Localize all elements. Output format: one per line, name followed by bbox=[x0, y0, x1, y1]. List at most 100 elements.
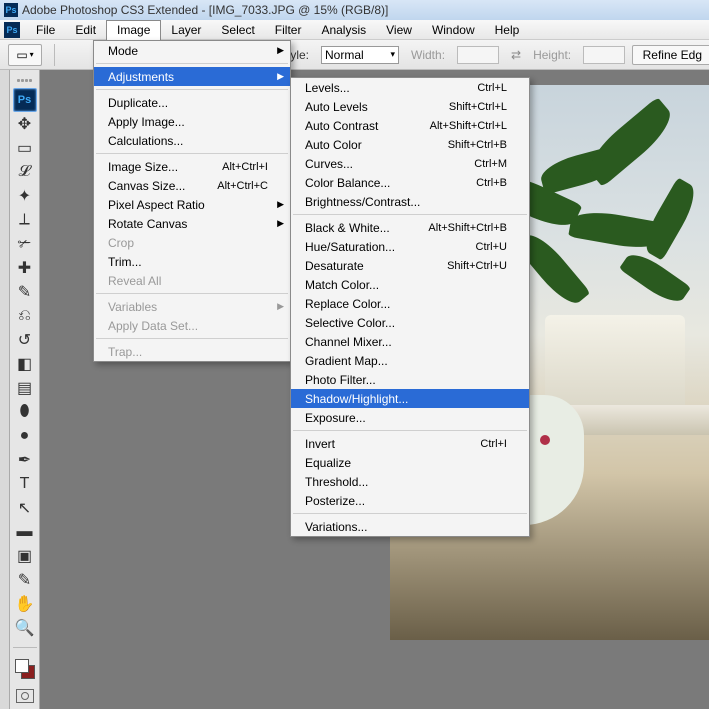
adjustments-menu-item[interactable]: Levels...Ctrl+L bbox=[291, 78, 529, 97]
menu-shortcut: Ctrl+M bbox=[474, 158, 507, 170]
lasso-tool[interactable]: 𝓛 bbox=[13, 160, 37, 184]
image-menu-item: Crop bbox=[94, 233, 290, 252]
adjustments-menu-item[interactable]: Photo Filter... bbox=[291, 370, 529, 389]
ps-icon[interactable]: Ps bbox=[13, 88, 37, 112]
toolbox: Ps✥▭𝓛✦⟂✃✚✎⎌↺◧▤⬮●✒T↖▬▣✎✋🔍 bbox=[10, 70, 40, 709]
menu-edit[interactable]: Edit bbox=[65, 20, 106, 40]
image-menu-item[interactable]: Calculations... bbox=[94, 131, 290, 150]
dodge-tool[interactable]: ● bbox=[13, 424, 37, 448]
adjustments-menu-item[interactable]: Brightness/Contrast... bbox=[291, 192, 529, 211]
marquee-tool[interactable]: ▭ bbox=[13, 136, 37, 160]
zoom-tool[interactable]: 🔍 bbox=[13, 616, 37, 640]
image-menu-item[interactable]: Duplicate... bbox=[94, 93, 290, 112]
menu-item-label: Black & White... bbox=[305, 221, 428, 235]
menu-separator bbox=[96, 63, 288, 64]
menu-layer[interactable]: Layer bbox=[161, 20, 211, 40]
menu-select[interactable]: Select bbox=[211, 20, 264, 40]
adjustments-menu-item[interactable]: Auto LevelsShift+Ctrl+L bbox=[291, 97, 529, 116]
heal-tool[interactable]: ✚ bbox=[13, 256, 37, 280]
adjustments-menu-item[interactable]: Color Balance...Ctrl+B bbox=[291, 173, 529, 192]
adjustments-menu-item[interactable]: Channel Mixer... bbox=[291, 332, 529, 351]
menu-item-label: Invert bbox=[305, 437, 480, 451]
menu-image[interactable]: Image bbox=[106, 20, 161, 40]
adjustments-menu-item[interactable]: Threshold... bbox=[291, 472, 529, 491]
crop-tool[interactable]: ⟂ bbox=[13, 208, 37, 232]
adjustments-menu-item[interactable]: Match Color... bbox=[291, 275, 529, 294]
adjustments-menu-item[interactable]: Selective Color... bbox=[291, 313, 529, 332]
image-menu-item[interactable]: Rotate Canvas▶ bbox=[94, 214, 290, 233]
image-menu-item[interactable]: Image Size...Alt+Ctrl+I bbox=[94, 157, 290, 176]
panel-handle[interactable] bbox=[0, 70, 10, 709]
adjustments-menu-item[interactable]: Curves...Ctrl+M bbox=[291, 154, 529, 173]
type-tool[interactable]: T bbox=[13, 472, 37, 496]
menu-item-label: Variables bbox=[108, 300, 268, 314]
menu-item-label: Auto Levels bbox=[305, 100, 449, 114]
image-menu-item: Reveal All bbox=[94, 271, 290, 290]
image-menu-item[interactable]: Adjustments▶ bbox=[94, 67, 290, 86]
menu-item-label: Selective Color... bbox=[305, 316, 507, 330]
pen-tool[interactable]: ✒ bbox=[13, 448, 37, 472]
blur-tool[interactable]: ⬮ bbox=[13, 400, 37, 424]
eyedropper-tool[interactable]: ✎ bbox=[13, 568, 37, 592]
menu-filter[interactable]: Filter bbox=[265, 20, 312, 40]
notes-tool[interactable]: ▣ bbox=[13, 544, 37, 568]
grip-icon[interactable] bbox=[12, 76, 38, 84]
image-menu-item: Trap... bbox=[94, 342, 290, 361]
adjustments-menu-item[interactable]: Black & White...Alt+Shift+Ctrl+B bbox=[291, 218, 529, 237]
style-select[interactable]: Normal ▾ bbox=[321, 46, 399, 64]
marquee-tool-indicator[interactable]: ▭ ▾ bbox=[8, 44, 42, 66]
adjustments-menu-item[interactable]: Variations... bbox=[291, 517, 529, 536]
menu-item-label: Color Balance... bbox=[305, 176, 476, 190]
history-brush[interactable]: ↺ bbox=[13, 328, 37, 352]
refine-edge-button[interactable]: Refine Edg bbox=[632, 45, 709, 65]
stamp-tool[interactable]: ⎌ bbox=[13, 304, 37, 328]
adjustments-menu-item[interactable]: Replace Color... bbox=[291, 294, 529, 313]
menu-help[interactable]: Help bbox=[485, 20, 530, 40]
adjustments-menu-item[interactable]: Posterize... bbox=[291, 491, 529, 510]
image-menu-item[interactable]: Canvas Size...Alt+Ctrl+C bbox=[94, 176, 290, 195]
menu-file[interactable]: File bbox=[26, 20, 65, 40]
foreground-color[interactable] bbox=[15, 659, 29, 673]
image-menu-item[interactable]: Apply Image... bbox=[94, 112, 290, 131]
menu-shortcut: Shift+Ctrl+L bbox=[449, 101, 507, 113]
menu-item-label: Auto Color bbox=[305, 138, 448, 152]
image-menu-item[interactable]: Mode▶ bbox=[94, 41, 290, 60]
menu-item-label: Auto Contrast bbox=[305, 119, 430, 133]
path-tool[interactable]: ↖ bbox=[13, 496, 37, 520]
adjustments-menu-item[interactable]: Auto ColorShift+Ctrl+B bbox=[291, 135, 529, 154]
image-menu-item[interactable]: Trim... bbox=[94, 252, 290, 271]
menu-analysis[interactable]: Analysis bbox=[311, 20, 376, 40]
adjustments-menu-item[interactable]: InvertCtrl+I bbox=[291, 434, 529, 453]
shape-tool[interactable]: ▬ bbox=[13, 520, 37, 544]
menu-item-label: Photo Filter... bbox=[305, 373, 507, 387]
adjustments-menu-item[interactable]: Exposure... bbox=[291, 408, 529, 427]
gradient-tool[interactable]: ▤ bbox=[13, 376, 37, 400]
hand-tool[interactable]: ✋ bbox=[13, 592, 37, 616]
adjustments-menu-item[interactable]: DesaturateShift+Ctrl+U bbox=[291, 256, 529, 275]
adjustments-submenu-dropdown: Levels...Ctrl+LAuto LevelsShift+Ctrl+LAu… bbox=[290, 77, 530, 537]
menubar-app-icon[interactable]: Ps bbox=[4, 22, 20, 38]
menu-shortcut: Shift+Ctrl+B bbox=[448, 139, 507, 151]
adjustments-menu-item[interactable]: Shadow/Highlight... bbox=[291, 389, 529, 408]
menu-item-label: Match Color... bbox=[305, 278, 507, 292]
adjustments-menu-item[interactable]: Hue/Saturation...Ctrl+U bbox=[291, 237, 529, 256]
brush-tool[interactable]: ✎ bbox=[13, 280, 37, 304]
slice-tool[interactable]: ✃ bbox=[13, 232, 37, 256]
adjustments-menu-item[interactable]: Auto ContrastAlt+Shift+Ctrl+L bbox=[291, 116, 529, 135]
chevron-down-icon: ▾ bbox=[390, 49, 395, 60]
menu-shortcut: Ctrl+B bbox=[476, 177, 507, 189]
menu-window[interactable]: Window bbox=[422, 20, 485, 40]
menu-item-label: Crop bbox=[108, 236, 268, 250]
wand-tool[interactable]: ✦ bbox=[13, 184, 37, 208]
adjustments-menu-item[interactable]: Equalize bbox=[291, 453, 529, 472]
quickmask-toggle[interactable] bbox=[16, 689, 34, 703]
adjustments-menu-item[interactable]: Gradient Map... bbox=[291, 351, 529, 370]
color-swatch[interactable] bbox=[15, 659, 35, 679]
menu-item-label: Variations... bbox=[305, 520, 507, 534]
eraser-tool[interactable]: ◧ bbox=[13, 352, 37, 376]
menu-item-label: Brightness/Contrast... bbox=[305, 195, 507, 209]
menu-shortcut: Ctrl+U bbox=[476, 241, 507, 253]
move-tool[interactable]: ✥ bbox=[13, 112, 37, 136]
menu-view[interactable]: View bbox=[376, 20, 422, 40]
image-menu-item[interactable]: Pixel Aspect Ratio▶ bbox=[94, 195, 290, 214]
